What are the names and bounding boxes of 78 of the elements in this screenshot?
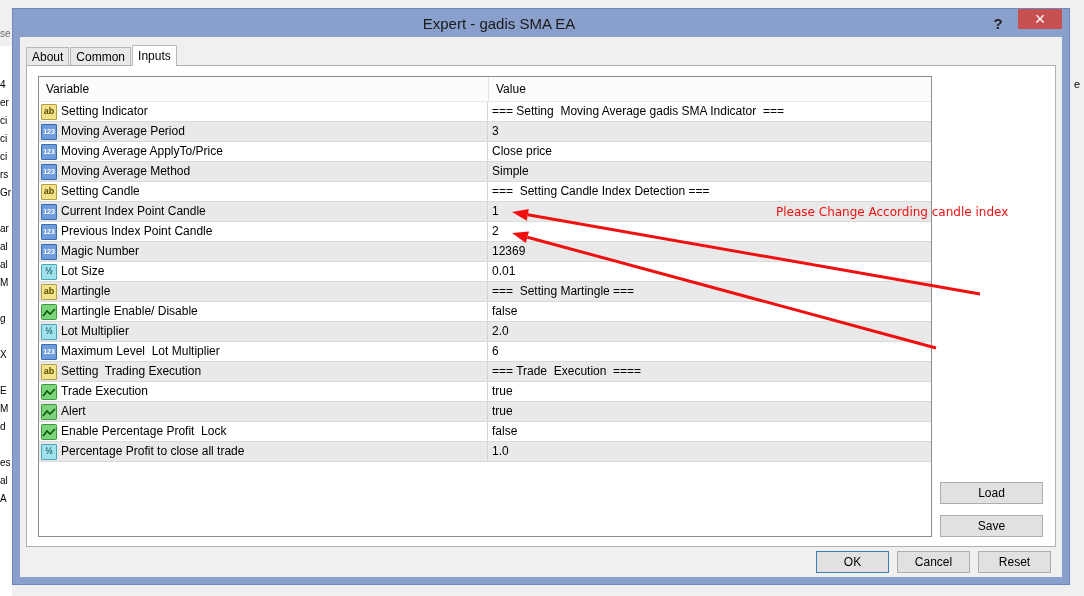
tab[interactable]: Inputs [132, 45, 177, 66]
value-cell[interactable]: 3 [488, 122, 499, 141]
variable-name: Maximum Level Lot Multiplier [61, 343, 220, 360]
variable-name: Moving Average Period [61, 123, 185, 140]
list-item: A [0, 492, 7, 506]
string-type-icon: ab [41, 183, 57, 200]
value-cell[interactable]: false [488, 422, 518, 441]
variable-name: Setting Trading Execution [61, 363, 202, 380]
list-item: M [0, 276, 9, 290]
variable-name: Moving Average ApplyTo/Price [61, 143, 223, 160]
variable-name: Martingle Enable/ Disable [61, 303, 198, 320]
variable-name: Martingle [61, 283, 111, 300]
variable-name: Trade Execution [61, 383, 148, 400]
list-item: g [0, 312, 6, 326]
value-cell[interactable]: === Setting Martingle === [488, 282, 635, 301]
fraction-type-icon: ½ [41, 263, 57, 280]
value-cell[interactable]: false [488, 302, 518, 321]
variable-name: Setting Candle [61, 183, 140, 200]
fraction-type-icon: ½ [41, 323, 57, 340]
variable-name: Lot Size [61, 263, 105, 280]
value-cell[interactable]: 1.0 [488, 442, 509, 461]
variable-name: Previous Index Point Candle [61, 223, 213, 240]
dialog-button[interactable]: Cancel [897, 551, 970, 573]
dialog-button[interactable]: OK [816, 551, 889, 573]
fraction-type-icon: ½ [41, 443, 57, 460]
value-cell[interactable]: true [488, 402, 513, 421]
list-item: al [0, 474, 8, 488]
window-title: Expert - gadis SMA EA [421, 14, 577, 32]
variable-name: Setting Indicator [61, 103, 148, 120]
value-cell[interactable]: 2 [488, 222, 499, 241]
side-button[interactable]: Save [940, 515, 1043, 537]
list-item: rs [0, 168, 9, 182]
list-item: es [0, 456, 11, 470]
value-cell[interactable]: 1 [488, 202, 499, 221]
list-item: d [0, 420, 6, 434]
column-header[interactable]: Variable [39, 77, 489, 101]
side-button[interactable]: Load [940, 482, 1043, 504]
list-item: ci [0, 132, 8, 146]
string-type-icon: ab [41, 103, 57, 120]
list-item: ci [0, 114, 8, 128]
variable-name: Enable Percentage Profit Lock [61, 423, 227, 440]
annotation-text: Please Change According candle index [776, 205, 1009, 219]
string-type-icon: ab [41, 283, 57, 300]
list-item: er [0, 96, 9, 110]
variable-name: Alert [61, 403, 86, 420]
tab[interactable]: Common [70, 47, 132, 65]
value-cell[interactable]: === Setting Candle Index Detection === [488, 182, 710, 201]
list-item: al [0, 240, 8, 254]
variable-name: Current Index Point Candle [61, 203, 206, 220]
list-item: Gr [0, 186, 12, 200]
close-button[interactable]: × [1018, 9, 1062, 29]
value-cell[interactable]: === Setting Moving Average gadis SMA Indicator === [488, 102, 784, 121]
list-item: al [0, 258, 8, 272]
value-cell[interactable]: Close price [488, 142, 553, 161]
value-cell[interactable]: === Trade Execution ==== [488, 362, 642, 381]
value-cell[interactable]: 2.0 [488, 322, 509, 341]
list-item: ci [0, 150, 8, 164]
tab[interactable]: About [26, 47, 70, 65]
variable-name: Magic Number [61, 243, 140, 260]
list-item: 4 [0, 78, 6, 92]
dialog-button[interactable]: Reset [978, 551, 1051, 573]
list-item: ar [0, 222, 9, 236]
value-cell[interactable]: 0.01 [488, 262, 516, 281]
variable-name: Lot Multiplier [61, 323, 130, 340]
string-type-icon: ab [41, 363, 57, 380]
variable-name: Moving Average Method [61, 163, 191, 180]
help-button[interactable]: ? [978, 12, 1018, 34]
list-item: M [0, 402, 9, 416]
value-cell[interactable]: true [488, 382, 513, 401]
column-header[interactable]: Value [489, 77, 526, 101]
background-text: se [0, 26, 12, 46]
background-text: e [1074, 78, 1081, 90]
list-item: E [0, 384, 7, 398]
variable-name: Percentage Profit to close all trade [61, 443, 245, 460]
list-item: X [0, 348, 7, 362]
value-cell[interactable]: 12369 [488, 242, 526, 261]
value-cell[interactable]: Simple [488, 162, 529, 181]
value-cell[interactable]: 6 [488, 342, 499, 361]
